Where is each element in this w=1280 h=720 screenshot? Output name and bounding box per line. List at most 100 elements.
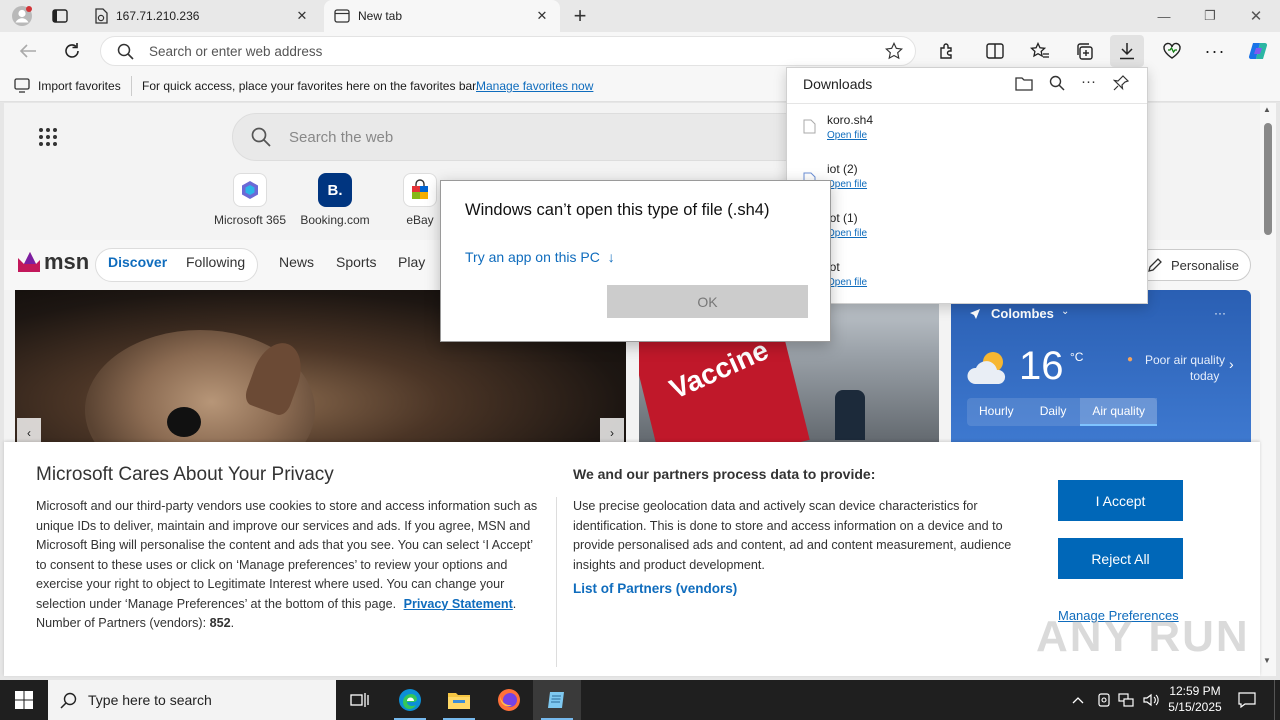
tab-title: New tab (358, 9, 403, 23)
tab-discover[interactable]: Discover (108, 254, 167, 270)
refresh-button[interactable] (57, 36, 87, 66)
favorite-star-icon[interactable] (885, 42, 903, 60)
start-button[interactable] (0, 680, 48, 720)
volume-icon[interactable] (1142, 692, 1160, 708)
collections-icon[interactable] (1069, 36, 1099, 66)
cant-open-file-dialog: Windows can’t open this type of file (.s… (440, 180, 831, 342)
page-scrollbar[interactable]: ▲ ▼ (1260, 103, 1276, 676)
web-search-box[interactable]: Search the web (232, 113, 832, 161)
taskbar-firefox[interactable] (485, 680, 533, 720)
page-icon (94, 8, 108, 24)
personalise-label: Personalise (1171, 257, 1239, 273)
manage-favorites-link[interactable]: Manage favorites now (476, 79, 593, 93)
scroll-down-icon[interactable]: ▼ (1263, 656, 1271, 665)
tab-actions-icon[interactable] (48, 5, 72, 27)
weather-more-icon[interactable]: ··· (1214, 306, 1226, 320)
notifications-icon[interactable] (1236, 690, 1258, 710)
import-favorites-button[interactable]: Import favorites (38, 79, 121, 93)
open-file-link[interactable]: Open file (827, 130, 867, 141)
weather-tab-daily[interactable]: Daily (1028, 398, 1079, 426)
tab-1[interactable]: 167.71.210.236 ✕ (84, 0, 320, 32)
close-window-button[interactable]: ✕ (1242, 4, 1270, 28)
tab-news[interactable]: News (279, 254, 314, 270)
pin-icon[interactable] (1113, 75, 1129, 91)
copilot-icon[interactable] (1243, 36, 1273, 66)
show-desktop-button[interactable] (1274, 680, 1280, 720)
apps-grid-icon[interactable] (36, 125, 60, 149)
weather-tab-air-quality[interactable]: Air quality (1080, 398, 1158, 426)
close-tab-icon[interactable]: ✕ (292, 6, 312, 26)
chevron-down-icon[interactable]: ⌄ (1061, 306, 1069, 317)
restore-button[interactable]: ❐ (1196, 4, 1224, 28)
tile-label: Booking.com (300, 213, 370, 227)
browser-essentials-icon[interactable] (1157, 36, 1187, 66)
scroll-up-icon[interactable]: ▲ (1263, 105, 1271, 114)
address-input[interactable]: Search or enter web address (149, 44, 322, 59)
taskbar-edge[interactable] (386, 680, 434, 720)
open-file-link[interactable]: Open file (827, 277, 867, 288)
partly-cloudy-icon (967, 352, 1006, 384)
tab-following[interactable]: Following (186, 254, 245, 270)
list-of-partners-link[interactable]: List of Partners (vendors) (573, 581, 737, 596)
accept-button[interactable]: I Accept (1058, 480, 1183, 521)
weather-location[interactable]: Colombes (991, 306, 1054, 321)
search-downloads-icon[interactable] (1049, 75, 1065, 91)
weather-tab-hourly[interactable]: Hourly (967, 398, 1026, 426)
privacy-body: Microsoft and our third-party vendors us… (36, 499, 538, 611)
minimize-button[interactable]: — (1150, 4, 1178, 28)
quick-link-booking[interactable]: B. Booking.com (295, 173, 375, 227)
search-icon (251, 127, 271, 147)
privacy-statement-link[interactable]: Privacy Statement (404, 597, 513, 611)
downloads-title: Downloads (803, 76, 873, 92)
web-search-input[interactable]: Search the web (289, 129, 393, 146)
tab-2[interactable]: New tab ✕ (324, 0, 560, 32)
download-item[interactable]: iot (1) Open file (803, 211, 1123, 253)
weather-card[interactable]: Colombes ⌄ ··· 16 °C ● Poor air quality … (951, 290, 1251, 450)
chevron-right-icon[interactable]: › (1229, 356, 1234, 372)
taskbar-search-input[interactable]: Type here to search (88, 692, 212, 708)
download-item[interactable]: koro.sh4 Open file (803, 113, 1123, 155)
taskbar-search-box[interactable]: Type here to search (48, 680, 336, 720)
new-tab-button[interactable]: + (566, 3, 594, 29)
open-folder-icon[interactable] (1015, 75, 1033, 91)
msn-logo[interactable]: msn (16, 249, 89, 275)
show-hidden-icons-chevron[interactable] (1070, 692, 1086, 708)
air-quality-text: Poor air quality (1145, 353, 1226, 367)
downloads-panel: Downloads ··· koro.sh4 Open file iot (2)… (786, 67, 1148, 304)
settings-more-icon[interactable]: ··· (1200, 36, 1230, 66)
favorites-icon[interactable] (1025, 36, 1055, 66)
taskbar: Type here to search 12:59 PM 5/15/2025 (0, 680, 1280, 720)
device-icon[interactable] (1096, 692, 1112, 708)
tile-label: eBay (406, 213, 434, 227)
download-item[interactable]: iot (2) Open file (803, 162, 1123, 204)
ok-button[interactable]: OK (607, 285, 808, 318)
tab-sports[interactable]: Sports (336, 254, 376, 270)
close-tab-icon[interactable]: ✕ (532, 6, 552, 26)
tab-play[interactable]: Play (398, 254, 425, 270)
split-screen-icon[interactable] (980, 36, 1010, 66)
extensions-icon[interactable] (932, 36, 962, 66)
download-item[interactable]: iot Open file (803, 260, 1123, 302)
edge-icon (399, 689, 421, 711)
taskbar-file-explorer[interactable] (435, 680, 483, 720)
try-app-link[interactable]: Try an app on this PC ↓ (465, 249, 615, 265)
open-file-link[interactable]: Open file (827, 228, 867, 239)
address-bar[interactable]: Search or enter web address (100, 36, 916, 66)
taskbar-notepad[interactable] (533, 680, 581, 720)
back-button[interactable] (13, 36, 43, 66)
scrollbar-thumb[interactable] (1264, 123, 1272, 235)
profile-avatar[interactable] (8, 4, 36, 28)
network-icon[interactable] (1118, 692, 1134, 708)
clock[interactable]: 12:59 PM 5/15/2025 (1165, 683, 1225, 715)
quick-link-microsoft365[interactable]: Microsoft 365 (210, 173, 290, 227)
clock-date: 5/15/2025 (1168, 700, 1222, 714)
newtab-page-icon (334, 9, 350, 23)
more-options-icon[interactable]: ··· (1081, 73, 1096, 90)
open-file-link[interactable]: Open file (827, 179, 867, 190)
downloads-button[interactable] (1110, 35, 1144, 67)
personalise-button[interactable]: Personalise (1134, 249, 1251, 281)
reject-all-button[interactable]: Reject All (1058, 538, 1183, 579)
favorites-hint: For quick access, place your favorites h… (142, 79, 479, 93)
task-view-button[interactable] (336, 680, 384, 720)
search-icon (60, 692, 77, 709)
